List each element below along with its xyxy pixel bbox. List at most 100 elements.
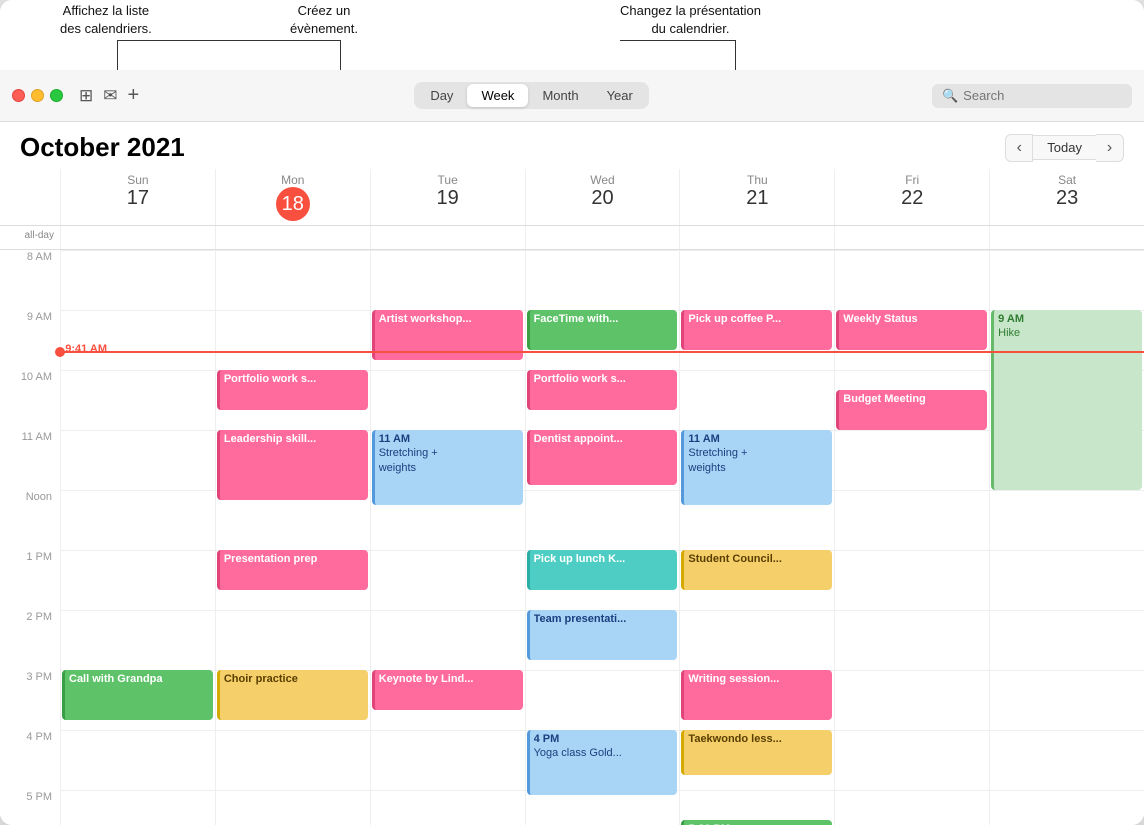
search-input[interactable]: [963, 88, 1122, 103]
prev-button[interactable]: ‹: [1005, 134, 1033, 162]
day-header-sun: Sun 17: [60, 169, 215, 225]
day-cell[interactable]: [215, 310, 370, 370]
day-cell[interactable]: [60, 430, 215, 490]
day-cell[interactable]: [834, 550, 989, 610]
day-cell[interactable]: [60, 550, 215, 610]
day-cell[interactable]: [679, 610, 834, 670]
day-cell[interactable]: [215, 730, 370, 790]
day-cell[interactable]: [525, 670, 680, 730]
search-bar[interactable]: 🔍: [932, 84, 1132, 108]
navigation-arrows: ‹ Today ›: [1005, 134, 1124, 162]
day-cell[interactable]: [60, 610, 215, 670]
day-cell[interactable]: [370, 550, 525, 610]
tab-day[interactable]: Day: [416, 84, 467, 107]
calendars-icon[interactable]: ⊞: [79, 86, 93, 106]
event-title: weights: [379, 461, 519, 475]
calendar-event[interactable]: Budget Meeting: [836, 390, 987, 430]
add-event-button[interactable]: +: [128, 84, 140, 107]
day-cell[interactable]: [525, 490, 680, 550]
day-cell[interactable]: [215, 250, 370, 310]
calendar-event[interactable]: Presentation prep: [217, 550, 368, 590]
calendar-event[interactable]: FaceTime with...: [527, 310, 678, 350]
hour-row: 5 PM: [0, 790, 1144, 825]
calendar-event[interactable]: Writing session...: [681, 670, 832, 720]
ann3-hline: [620, 40, 735, 41]
calendar-event[interactable]: Keynote by Lind...: [372, 670, 523, 710]
day-cell[interactable]: [679, 370, 834, 430]
day-cell[interactable]: [370, 370, 525, 430]
next-button[interactable]: ›: [1096, 134, 1124, 162]
calendar-event[interactable]: 5:30 PMDrop offGrandma...: [681, 820, 832, 825]
calendar-event[interactable]: Pick up lunch K...: [527, 550, 678, 590]
day-cell[interactable]: [215, 790, 370, 825]
calendar-grid[interactable]: 8 AM9 AM10 AM11 AMNoon1 PM2 PM3 PM4 PM5 …: [0, 250, 1144, 825]
calendar-event[interactable]: Student Council...: [681, 550, 832, 590]
tab-year[interactable]: Year: [593, 84, 647, 107]
day-cell[interactable]: [989, 670, 1144, 730]
day-cell[interactable]: [525, 250, 680, 310]
ann1-hline: [117, 40, 340, 41]
day-cell[interactable]: [60, 250, 215, 310]
today-button[interactable]: Today: [1033, 135, 1096, 160]
view-tabs: Day Week Month Year: [414, 82, 649, 109]
close-button[interactable]: [12, 89, 25, 102]
day-cell[interactable]: [989, 730, 1144, 790]
day-cell[interactable]: [370, 790, 525, 825]
calendar-event[interactable]: 4 PMYoga class Gold...: [527, 730, 678, 795]
calendar-event[interactable]: Portfolio work s...: [217, 370, 368, 410]
calendar-event[interactable]: Call with Grandpa: [62, 670, 213, 720]
minimize-button[interactable]: [31, 89, 44, 102]
day-cell[interactable]: [834, 790, 989, 825]
calendar-event[interactable]: 11 AMStretching +weights: [372, 430, 523, 505]
day-cell[interactable]: [60, 730, 215, 790]
calendar-event[interactable]: Leadership skill...: [217, 430, 368, 500]
day-cell[interactable]: [834, 670, 989, 730]
event-title: 4 PM: [534, 732, 674, 746]
day-label-sun: Sun: [61, 173, 215, 187]
day-cell[interactable]: [525, 790, 680, 825]
day-cell[interactable]: [834, 250, 989, 310]
day-cell[interactable]: [370, 730, 525, 790]
tab-week[interactable]: Week: [467, 84, 528, 107]
day-label-mon: Mon: [216, 173, 370, 187]
day-label-tue: Tue: [371, 173, 525, 187]
event-title: Stretching +: [379, 446, 519, 460]
calendar-event[interactable]: Choir practice: [217, 670, 368, 720]
calendar-event[interactable]: Weekly Status: [836, 310, 987, 350]
calendar-event[interactable]: Team presentati...: [527, 610, 678, 660]
day-cell[interactable]: [989, 490, 1144, 550]
ann2-vline: [340, 40, 341, 70]
day-cell[interactable]: [989, 610, 1144, 670]
day-cell[interactable]: [834, 610, 989, 670]
inbox-icon[interactable]: ✉: [103, 86, 117, 106]
event-title: Budget Meeting: [843, 392, 983, 406]
calendar-event[interactable]: Portfolio work s...: [527, 370, 678, 410]
day-cell[interactable]: [834, 730, 989, 790]
day-cell[interactable]: [60, 310, 215, 370]
calendar-event[interactable]: 11 AMStretching +weights: [681, 430, 832, 505]
calendar-event[interactable]: Dentist appoint...: [527, 430, 678, 485]
day-num-fri: 22: [835, 187, 989, 210]
day-cell[interactable]: [370, 250, 525, 310]
day-cell[interactable]: [215, 610, 370, 670]
day-cell[interactable]: [60, 370, 215, 430]
day-cell[interactable]: [679, 250, 834, 310]
day-cell[interactable]: [60, 490, 215, 550]
fullscreen-button[interactable]: [50, 89, 63, 102]
day-cell[interactable]: [989, 550, 1144, 610]
day-cell[interactable]: [370, 610, 525, 670]
day-cell[interactable]: [60, 790, 215, 825]
event-title: Taekwondo less...: [688, 732, 828, 746]
calendar-event[interactable]: Pick up coffee P...: [681, 310, 832, 350]
calendar-event[interactable]: Taekwondo less...: [681, 730, 832, 775]
time-label: 9 AM: [0, 310, 60, 370]
day-cell[interactable]: [989, 250, 1144, 310]
ann2-hline: [335, 40, 340, 41]
allday-cell-fri: [834, 226, 989, 249]
day-cell[interactable]: [834, 430, 989, 490]
event-title: Portfolio work s...: [224, 372, 364, 386]
calendar-event[interactable]: 9 AMHike: [991, 310, 1142, 490]
day-cell[interactable]: [834, 490, 989, 550]
tab-month[interactable]: Month: [528, 84, 592, 107]
day-cell[interactable]: [989, 790, 1144, 825]
